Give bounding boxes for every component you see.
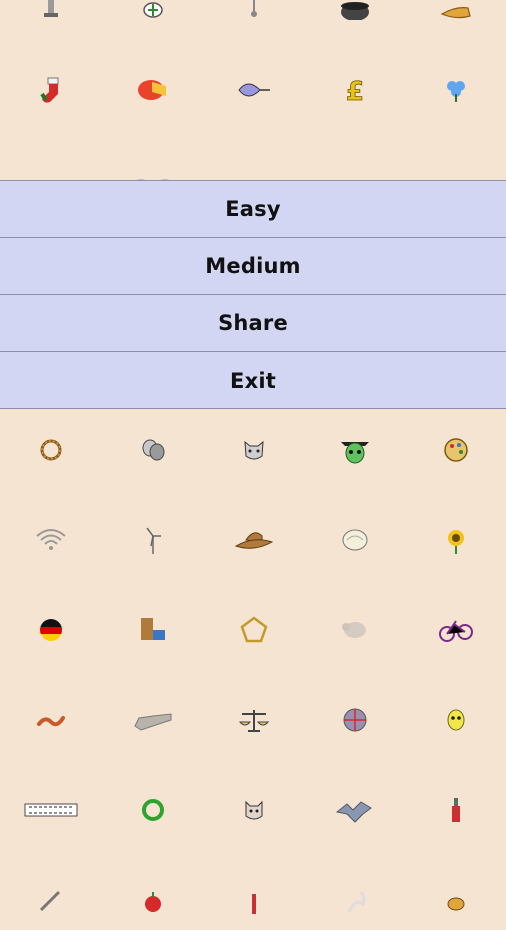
sneaker-icon[interactable]	[123, 690, 183, 750]
ring-icon[interactable]	[21, 420, 81, 480]
swan-icon[interactable]	[325, 870, 385, 930]
clover-icon[interactable]	[426, 60, 486, 120]
bulldog-icon[interactable]	[224, 780, 284, 840]
candle-icon[interactable]	[224, 870, 284, 930]
apple-icon[interactable]	[123, 870, 183, 930]
waterfall-icon[interactable]	[123, 600, 183, 660]
cheese-icon[interactable]	[123, 60, 183, 120]
palindrome-sign-icon[interactable]	[21, 780, 81, 840]
fish-icon[interactable]	[224, 60, 284, 120]
cowboy-hat-icon[interactable]	[224, 510, 284, 570]
cauldron-icon[interactable]	[325, 0, 385, 30]
alien-face-icon[interactable]	[426, 690, 486, 750]
sheep-icon[interactable]	[325, 600, 385, 660]
cabbage-icon[interactable]	[325, 510, 385, 570]
scales-icon[interactable]	[224, 690, 284, 750]
green-ring-icon[interactable]	[123, 780, 183, 840]
share-button[interactable]: Share	[0, 295, 506, 352]
icon-grid: £	[0, 0, 506, 914]
wind-turbine-icon[interactable]	[123, 510, 183, 570]
christmas-stocking-icon[interactable]	[21, 60, 81, 120]
wifi-icon[interactable]	[21, 510, 81, 570]
germany-flag-icon[interactable]	[21, 600, 81, 660]
painter-palette-icon[interactable]	[426, 420, 486, 480]
easy-button[interactable]: Easy	[0, 181, 506, 238]
worm-icon[interactable]	[21, 690, 81, 750]
sunflower-icon[interactable]	[426, 510, 486, 570]
lamp-icon[interactable]	[426, 870, 486, 930]
candle-icon[interactable]	[21, 0, 81, 30]
exit-button[interactable]: Exit	[0, 352, 506, 409]
dragon-icon[interactable]	[325, 780, 385, 840]
knife-icon[interactable]	[21, 870, 81, 930]
medium-button[interactable]: Medium	[0, 238, 506, 295]
alien-icon[interactable]	[325, 420, 385, 480]
theater-masks-icon[interactable]	[123, 420, 183, 480]
key-icon[interactable]	[224, 0, 284, 30]
pound-sign-icon[interactable]: £	[325, 60, 385, 120]
pentagon-icon[interactable]	[224, 600, 284, 660]
leaf-shield-icon[interactable]	[123, 0, 183, 30]
bottle-icon[interactable]	[426, 780, 486, 840]
rhino-icon[interactable]	[224, 420, 284, 480]
horn-icon[interactable]	[426, 0, 486, 30]
globe-icon[interactable]	[325, 690, 385, 750]
difficulty-menu: Easy Medium Share Exit	[0, 180, 506, 409]
svg-text:£: £	[346, 77, 364, 107]
bicycle-icon[interactable]	[426, 600, 486, 660]
